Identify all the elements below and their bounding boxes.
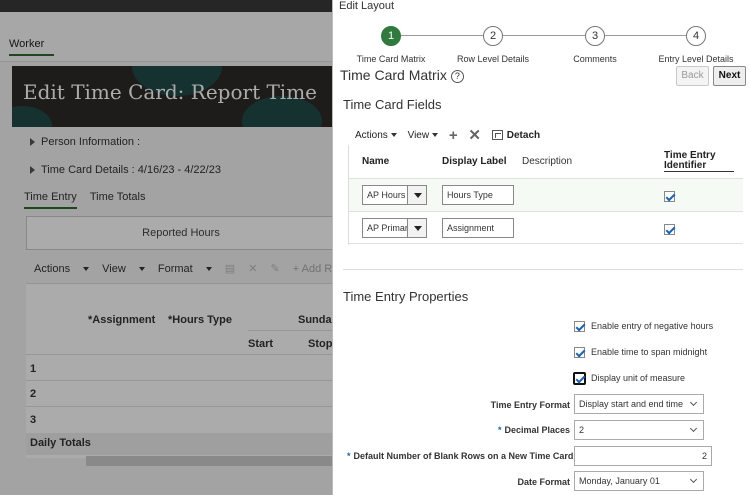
column-display-label: Display Label: [442, 156, 507, 167]
negative-hours-label: Enable entry of negative hours: [591, 321, 714, 331]
table-row[interactable]: AP Primar Assignment: [349, 211, 743, 244]
date-format-select[interactable]: Monday, January 01: [574, 471, 704, 491]
modal-overlay: [0, 0, 332, 495]
date-format-label: Date Format: [517, 477, 570, 487]
time-entry-properties-heading: Time Entry Properties: [343, 289, 469, 304]
add-icon[interactable]: +: [449, 127, 458, 144]
detach-icon: [491, 129, 503, 140]
divider: [343, 269, 743, 270]
step-3-label: Comments: [573, 54, 617, 64]
column-time-entry-identifier: Time Entry Identifier: [664, 151, 734, 172]
decimal-places-select[interactable]: 2: [574, 420, 704, 440]
span-midnight-label: Enable time to span midnight: [591, 347, 708, 357]
section-title: Time Card Matrix?: [340, 67, 464, 83]
chevron-down-icon: [689, 475, 698, 484]
column-name: Name: [362, 156, 390, 167]
identifier-checkbox[interactable]: [664, 191, 675, 202]
detach-button[interactable]: Detach: [491, 129, 540, 141]
step-3[interactable]: 3: [585, 26, 605, 46]
display-unit-checkbox[interactable]: [573, 372, 586, 385]
delete-x-icon[interactable]: ✕: [468, 126, 481, 144]
step-1-label: Time Card Matrix: [356, 54, 426, 64]
time-card-fields-heading: Time Card Fields: [343, 97, 442, 112]
name-select[interactable]: AP Hours: [362, 185, 408, 205]
table-row[interactable]: AP Hours Hours Type: [349, 178, 743, 211]
identifier-checkbox[interactable]: [664, 224, 675, 235]
chevron-down-icon[interactable]: [407, 185, 427, 205]
display-label-input[interactable]: Assignment: [442, 218, 514, 238]
blank-rows-input[interactable]: 2: [574, 446, 712, 466]
span-midnight-checkbox[interactable]: [574, 347, 585, 358]
time-entry-format-label: Time Entry Format: [490, 400, 570, 410]
step-2[interactable]: 2: [483, 26, 503, 46]
step-2-label: Row Level Details: [456, 54, 530, 64]
dialog-title: Edit Layout: [339, 0, 395, 12]
edit-layout-dialog: Edit Layout 1 2 3 4 Time Card Matrix Row…: [332, 0, 750, 495]
actions-menu[interactable]: Actions: [355, 130, 397, 141]
decimal-places-label: * Decimal Places: [497, 425, 570, 435]
view-menu[interactable]: View: [408, 130, 439, 141]
step-4-label: Entry Level Details: [658, 54, 734, 64]
chevron-down-icon: [689, 398, 698, 407]
help-icon[interactable]: ?: [450, 70, 464, 83]
chevron-down-icon[interactable]: [407, 218, 427, 238]
chevron-down-icon: [689, 424, 698, 433]
back-button[interactable]: Back: [676, 66, 709, 86]
next-button[interactable]: Next: [713, 66, 746, 86]
time-entry-format-select[interactable]: Display start and end time: [574, 394, 704, 414]
fields-toolbar: Actions View + ✕ Detach: [355, 126, 548, 145]
name-select[interactable]: AP Primar: [362, 218, 408, 238]
step-1[interactable]: 1: [381, 26, 401, 46]
column-description: Description: [522, 156, 573, 167]
display-unit-label: Display unit of measure: [591, 373, 686, 383]
step-4[interactable]: 4: [686, 26, 706, 46]
negative-hours-checkbox[interactable]: [574, 321, 585, 332]
display-label-input[interactable]: Hours Type: [442, 185, 514, 205]
blank-rows-label: * Default Number of Blank Rows on a New T…: [347, 451, 574, 461]
